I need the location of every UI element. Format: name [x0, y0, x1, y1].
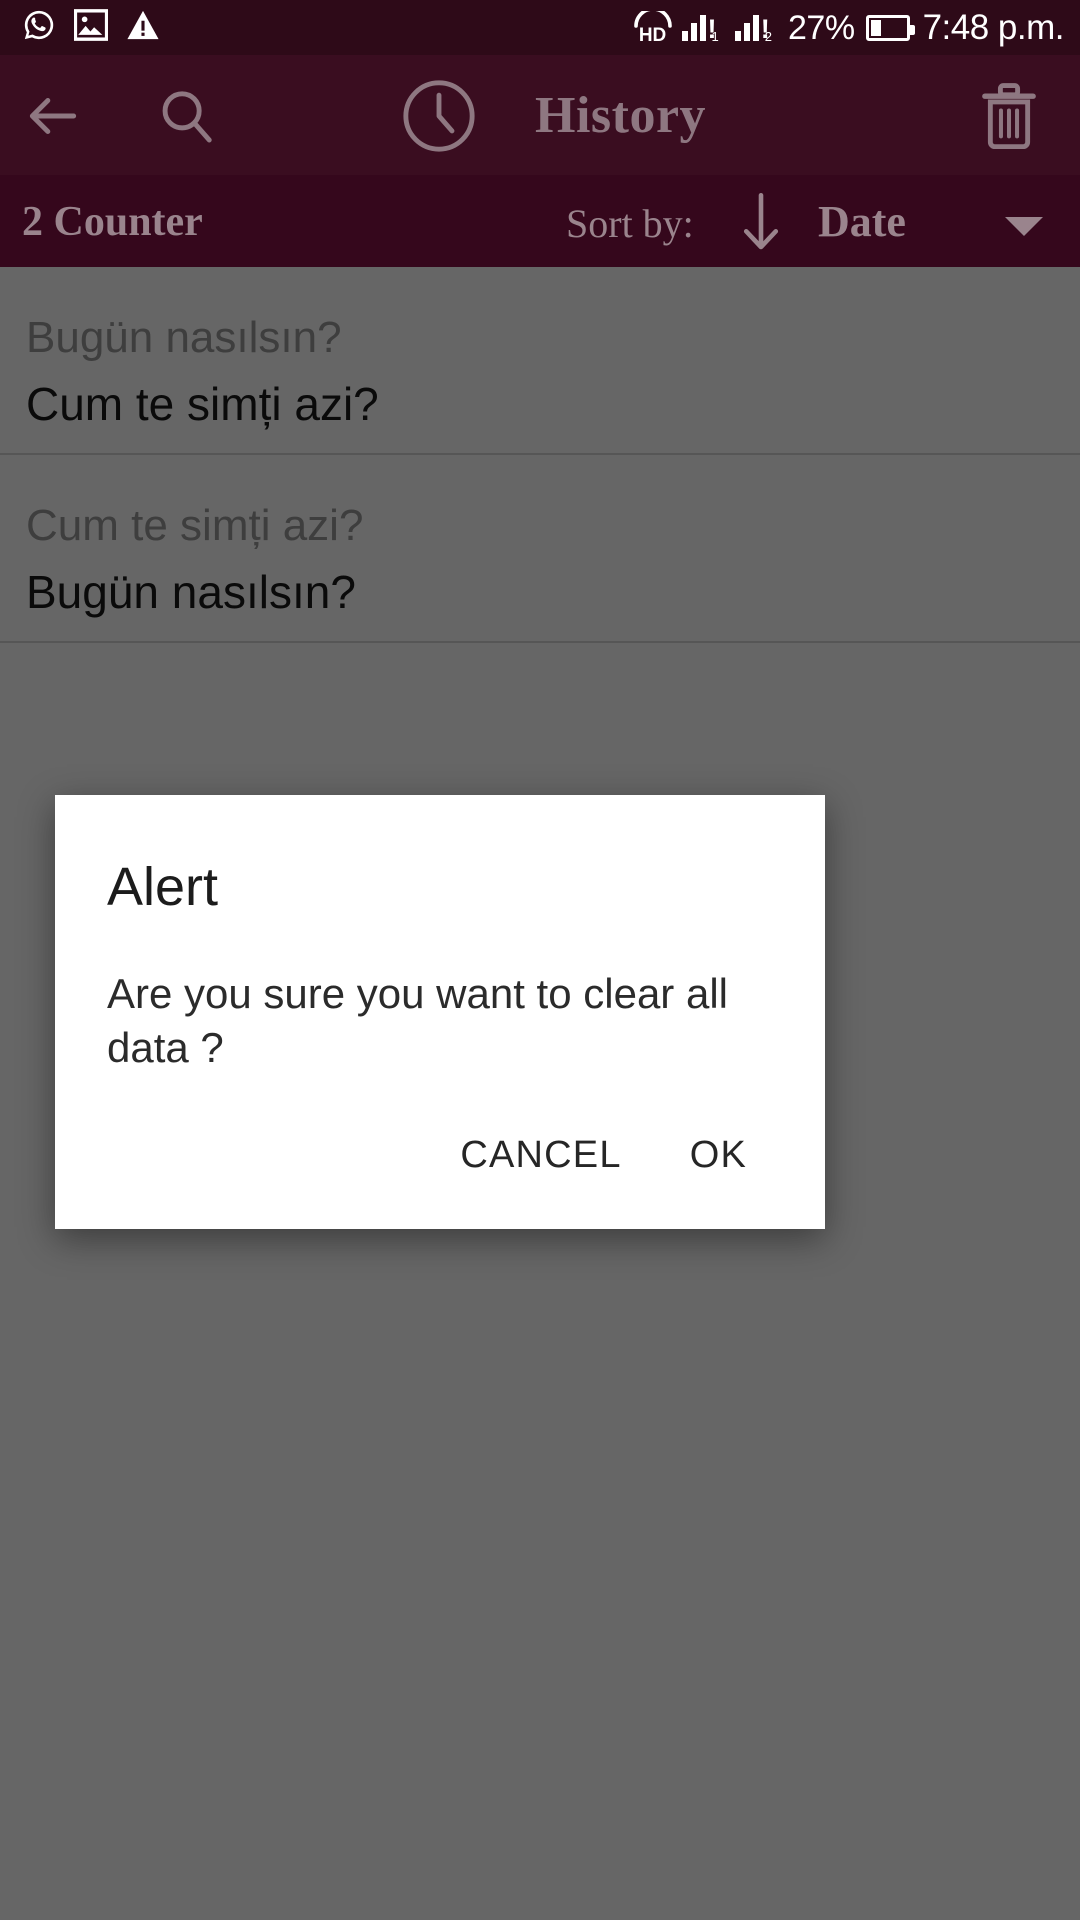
ok-button[interactable]: OK	[656, 1121, 781, 1189]
signal-sim1-index: 1	[711, 28, 719, 44]
clear-all-button[interactable]	[980, 83, 1038, 150]
clock-icon	[400, 77, 478, 155]
battery-percent-label: 27%	[788, 8, 855, 47]
battery-icon	[865, 14, 915, 41]
arrow-down-icon[interactable]	[740, 193, 782, 253]
dialog-message: Are you sure you want to clear all data …	[107, 970, 728, 1071]
image-icon	[73, 9, 109, 46]
dialog-title: Alert	[107, 857, 219, 917]
sort-by-label: Sort by:	[566, 201, 694, 246]
status-bar-notification-icons	[22, 8, 160, 47]
back-button[interactable]	[22, 85, 84, 147]
caret-down-icon[interactable]	[1005, 217, 1043, 236]
app-toolbar: History	[0, 55, 1080, 175]
volte-hd-label: HD	[638, 24, 667, 46]
signal-strength-sim1-icon: ! 1	[681, 14, 726, 44]
signal-strength-sim2-icon: ! 2	[734, 14, 779, 44]
dialog-button-row: CANCEL OK	[55, 1075, 825, 1229]
phone-screen: HD ! 1 ! 2 27% 7:48 p.m. History 2 Count…	[0, 0, 1080, 1920]
sort-bar: 2 Counter Sort by: Date	[0, 175, 1080, 267]
search-button[interactable]	[155, 85, 217, 147]
signal-sim2-index: 2	[764, 28, 773, 44]
page-title: History	[535, 87, 707, 144]
volte-hd-icon: HD	[633, 10, 673, 46]
clock-label: 7:48 p.m.	[922, 8, 1065, 47]
alert-dialog: Alert Are you sure you want to clear all…	[55, 795, 825, 1229]
counter-label: 2 Counter	[22, 199, 203, 245]
sort-field-value[interactable]: Date	[818, 199, 906, 245]
status-bar-system-icons: HD ! 1 ! 2 27% 7:48 p.m.	[633, 8, 1065, 47]
cancel-button[interactable]: CANCEL	[426, 1121, 655, 1189]
warning-icon	[126, 9, 160, 46]
status-bar: HD ! 1 ! 2 27% 7:48 p.m.	[0, 0, 1080, 55]
whatsapp-icon	[22, 8, 56, 47]
